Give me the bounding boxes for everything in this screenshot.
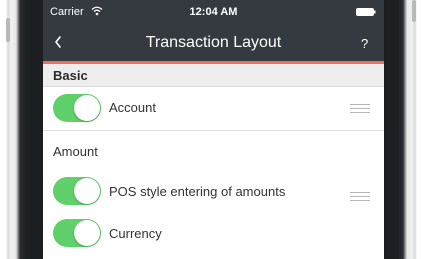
row-label: POS style entering of amounts [109,184,286,199]
navigation-bar: Transaction Layout ? [43,24,384,61]
phone-screen: Carrier 12:04 AM Transaction Layout ? Ba… [43,0,384,259]
toggle-knob [74,178,100,204]
device-side-button [412,0,416,22]
status-time: 12:04 AM [189,6,238,18]
section-title: Amount [53,144,98,159]
status-bar: Carrier 12:04 AM [43,0,384,24]
row-label: Currency [109,226,162,241]
toggle-knob [74,220,100,246]
drag-handle-icon[interactable] [350,192,370,201]
battery-icon [356,8,376,16]
pos-style-toggle[interactable] [53,177,101,205]
account-toggle[interactable] [53,94,101,122]
device-side-button [6,18,10,42]
row-label: Account [109,100,156,115]
drag-handle-icon[interactable] [350,104,370,113]
section-header-amount: Amount [43,131,384,171]
section-header-basic: Basic [43,64,384,87]
currency-toggle[interactable] [53,219,101,247]
help-button[interactable]: ? [361,36,368,51]
device-frame-right [384,0,423,259]
page-title: Transaction Layout [145,34,282,51]
list-item-pos-style: POS style entering of amounts [43,171,384,211]
toggle-knob [74,95,100,121]
section-title: Basic [53,68,88,83]
list-item-account: Account [43,87,384,131]
list-item-currency: Currency [43,211,384,259]
